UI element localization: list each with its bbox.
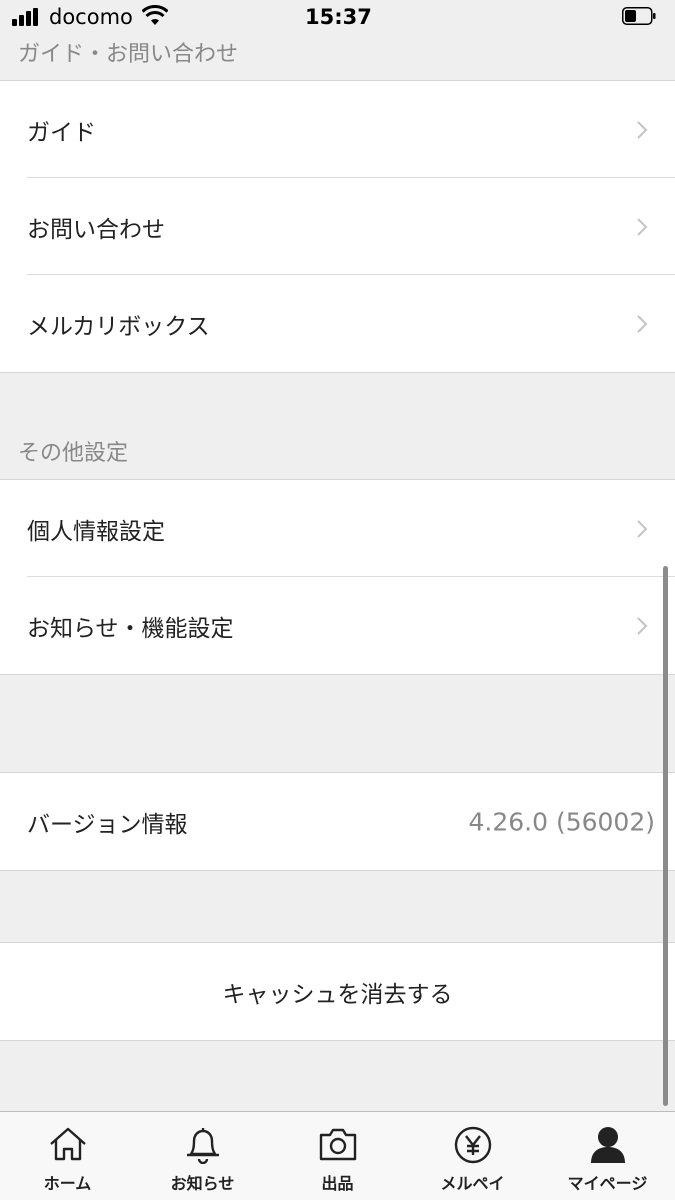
tab-merpay[interactable]: メルペイ (405, 1112, 540, 1200)
tab-label: 出品 (321, 1174, 354, 1193)
row-label: 個人情報設定 (27, 518, 165, 545)
row-guide[interactable]: ガイド (0, 81, 675, 178)
version-label: バージョン情報 (27, 811, 188, 838)
wifi-icon (142, 5, 168, 25)
chevron-right-icon (637, 616, 648, 635)
tab-label: メルペイ (440, 1174, 505, 1193)
chevron-right-icon (637, 314, 648, 333)
chevron-right-icon (637, 217, 648, 236)
bell-icon (186, 1128, 219, 1164)
yen-icon (454, 1126, 491, 1164)
row-label: お知らせ・機能設定 (27, 615, 234, 642)
tab-mypage[interactable]: マイページ (540, 1112, 675, 1200)
tab-bar: ホーム お知らせ 出品 メルペイ マイページ (0, 1111, 675, 1200)
tab-notifications[interactable]: お知らせ (135, 1112, 270, 1200)
clear-cache-button[interactable]: キャッシュを消去する (0, 943, 675, 1040)
row-label: ガイド (27, 119, 96, 146)
section-header-guide: ガイド・お問い合わせ (0, 34, 675, 80)
chevron-right-icon (637, 519, 648, 538)
divider (0, 870, 675, 871)
camera-icon (319, 1128, 356, 1161)
divider (0, 674, 675, 675)
row-notification-settings[interactable]: お知らせ・機能設定 (0, 577, 675, 674)
status-bar: docomo 15:37 (0, 0, 675, 34)
battery-icon (622, 7, 656, 25)
clock: 15:37 (305, 5, 372, 29)
row-version: バージョン情報 4.26.0 (56002) (0, 773, 675, 870)
section-title-other: その他設定 (18, 441, 129, 466)
row-label: メルカリボックス (27, 313, 210, 340)
row-mercari-box[interactable]: メルカリボックス (0, 275, 675, 372)
version-value: 4.26.0 (56002) (468, 807, 656, 836)
clear-cache-label: キャッシュを消去する (222, 981, 453, 1008)
chevron-right-icon (637, 120, 648, 139)
row-contact[interactable]: お問い合わせ (0, 178, 675, 275)
scrollbar[interactable] (663, 566, 668, 1106)
tab-sell[interactable]: 出品 (270, 1112, 405, 1200)
row-label: お問い合わせ (27, 216, 165, 243)
home-icon (49, 1127, 86, 1161)
section-header-other: その他設定 (0, 373, 675, 479)
carrier-name: docomo (49, 5, 133, 29)
tab-home[interactable]: ホーム (0, 1112, 135, 1200)
settings-screen: docomo 15:37 ガイド・お問い合わせ ガイド お問い合わせ メルカリボ… (0, 0, 675, 1200)
person-icon (590, 1127, 625, 1163)
tab-label: マイページ (567, 1174, 648, 1193)
row-personal-info[interactable]: 個人情報設定 (0, 480, 675, 577)
section-title-guide: ガイド・お問い合わせ (18, 42, 239, 67)
divider (0, 1040, 675, 1041)
tab-label: ホーム (43, 1174, 92, 1193)
signal-icon (12, 8, 42, 26)
tab-label: お知らせ (170, 1174, 235, 1193)
